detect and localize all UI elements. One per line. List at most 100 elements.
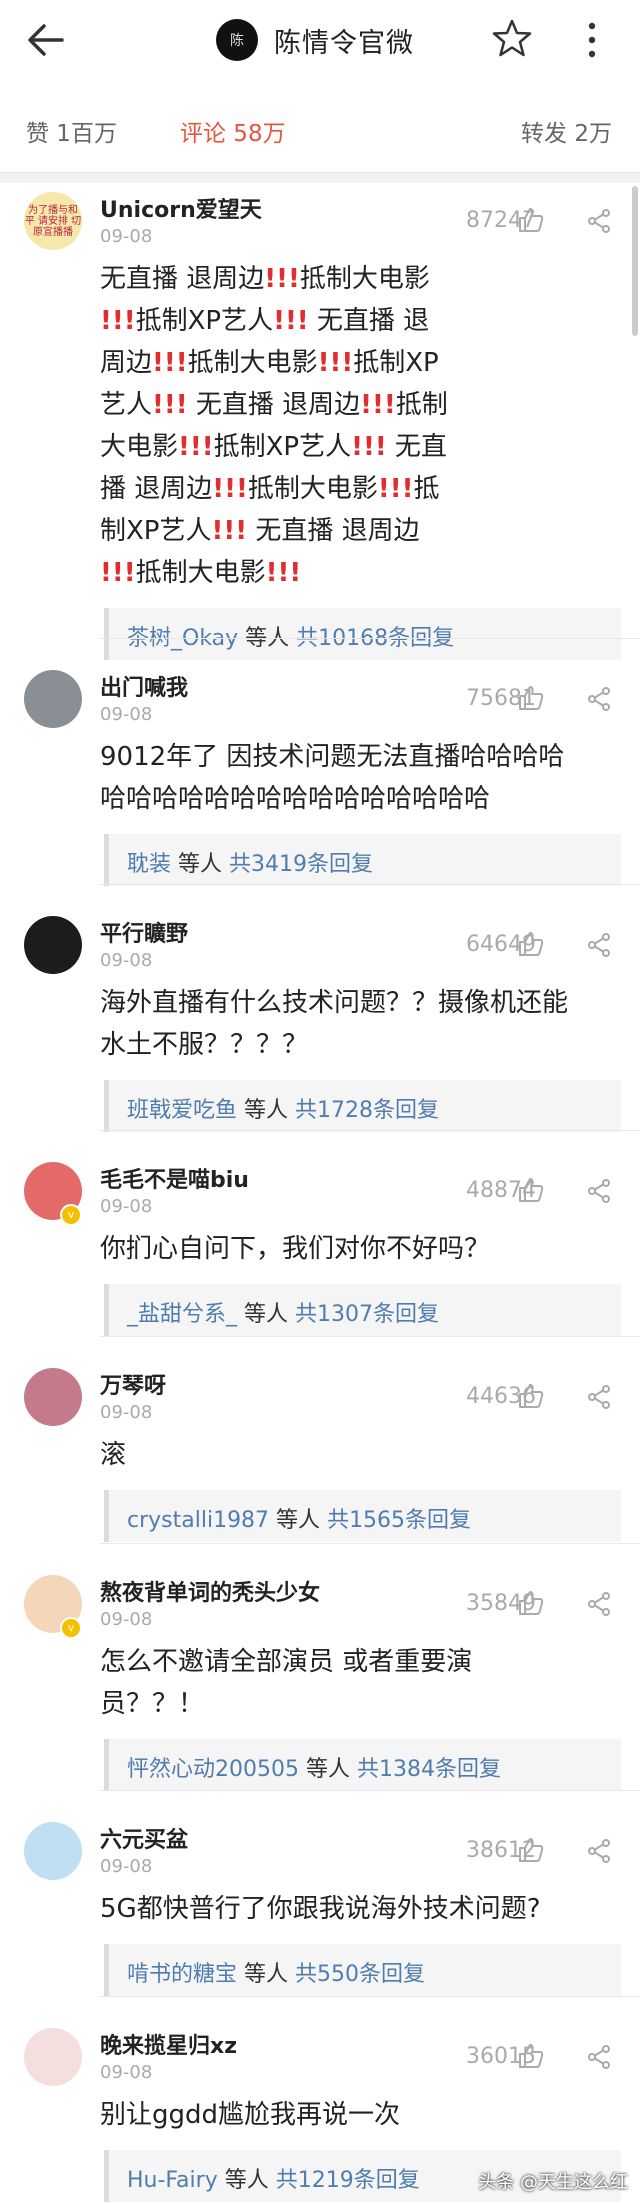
tab-comments[interactable]: 评论 58万 bbox=[180, 114, 286, 148]
commenter-name[interactable]: 出门喊我 bbox=[100, 670, 188, 702]
reply-summary[interactable]: 啃书的糖宝 等人 共550条回复 bbox=[104, 1944, 621, 1996]
comment-divider bbox=[100, 1996, 640, 1997]
reply-user[interactable]: crystalli1987 bbox=[127, 1508, 269, 1533]
share-icon[interactable] bbox=[586, 1384, 612, 1410]
reply-summary-text: crystalli1987 等人 共1565条回复 bbox=[127, 1502, 471, 1534]
comment-text-line: 别让ggdd尴尬我再说一次 bbox=[100, 2100, 401, 2130]
reply-count[interactable]: 共1384条回复 bbox=[357, 1757, 501, 1782]
stats-bar: 赞 1百万 评论 58万 转发 2万 bbox=[0, 80, 640, 170]
verified-badge-icon: v bbox=[60, 1204, 82, 1226]
commenter-avatar[interactable] bbox=[24, 670, 82, 728]
reply-mid: 等人 bbox=[171, 852, 230, 877]
commenter-name[interactable]: Unicorn爱望天 bbox=[100, 192, 262, 224]
tab-likes[interactable]: 赞 1百万 bbox=[26, 114, 117, 148]
comment-date: 09-08 bbox=[100, 1402, 153, 1423]
commenter-name[interactable]: 晚来揽星归xz bbox=[100, 2028, 237, 2060]
comment-text-line: 海外直播有什么技术问题？？摄像机还能 bbox=[100, 988, 569, 1018]
commenter-name[interactable]: 毛毛不是喵biu bbox=[100, 1162, 249, 1194]
title-area: 陈 陈情令官微 bbox=[216, 16, 414, 64]
reply-mid: 等人 bbox=[298, 1757, 357, 1782]
comment-date: 09-08 bbox=[100, 226, 153, 247]
share-icon[interactable] bbox=[586, 208, 612, 234]
comment-text-line: 员？？！ bbox=[100, 1689, 205, 1719]
reply-count[interactable]: 共3419条回复 bbox=[229, 852, 373, 877]
reply-user[interactable]: _盐甜兮系_ bbox=[127, 1302, 237, 1327]
comment-divider bbox=[100, 1336, 640, 1337]
reply-user[interactable]: 耽装 bbox=[127, 852, 171, 877]
more-options-icon[interactable] bbox=[584, 20, 600, 60]
reply-count[interactable]: 共1219条回复 bbox=[276, 2168, 420, 2193]
share-icon[interactable] bbox=[586, 1838, 612, 1864]
share-icon[interactable] bbox=[586, 1178, 612, 1204]
thumbs-up-icon[interactable] bbox=[516, 1836, 544, 1864]
comment-divider bbox=[100, 1543, 640, 1544]
commenter-name[interactable]: 熬夜背单词的秃头少女 bbox=[100, 1575, 320, 1607]
star-icon[interactable] bbox=[492, 18, 532, 58]
share-icon[interactable] bbox=[586, 932, 612, 958]
comment-divider bbox=[100, 1790, 640, 1791]
reply-count[interactable]: 共1728条回复 bbox=[295, 1098, 439, 1123]
thumbs-up-icon[interactable] bbox=[516, 1382, 544, 1410]
comment-divider bbox=[100, 638, 640, 639]
thumbs-up-icon[interactable] bbox=[516, 1589, 544, 1617]
page-title: 陈情令官微 bbox=[274, 27, 414, 59]
reply-summary[interactable]: 班戟爱吃鱼 等人 共1728条回复 bbox=[104, 1080, 621, 1132]
commenter-avatar[interactable] bbox=[24, 1368, 82, 1426]
commenter-avatar[interactable] bbox=[24, 2028, 82, 2086]
reply-user[interactable]: 啃书的糖宝 bbox=[127, 1962, 237, 1987]
comment-text: 无直播 退周边!!!抵制大电影 !!!抵制XP艺人!!! 无直播 退周边!!!抵制… bbox=[100, 258, 616, 594]
thumbs-up-icon[interactable] bbox=[516, 2042, 544, 2070]
comment-text-line: 播 退周边!!!抵制大电影!!!抵 bbox=[100, 474, 440, 504]
reply-summary[interactable]: _盐甜兮系_ 等人 共1307条回复 bbox=[104, 1284, 621, 1336]
comment-text-line: 大电影!!!抵制XP艺人!!! 无直 bbox=[100, 432, 447, 462]
section-divider bbox=[0, 172, 640, 183]
reply-mid: 等人 bbox=[217, 2168, 276, 2193]
thumbs-up-icon[interactable] bbox=[516, 206, 544, 234]
commenter-avatar[interactable]: 为了播与和平 请安排 切原宣播播 bbox=[24, 192, 82, 250]
thumbs-up-icon[interactable] bbox=[516, 930, 544, 958]
share-icon[interactable] bbox=[586, 2044, 612, 2070]
commenter-name[interactable]: 六元买盆 bbox=[100, 1822, 188, 1854]
comment-text-line: 9012年了 因技术问题无法直播哈哈哈哈 bbox=[100, 742, 565, 772]
reply-count[interactable]: 共1565条回复 bbox=[327, 1508, 471, 1533]
comment-text: 别让ggdd尴尬我再说一次 bbox=[100, 2094, 616, 2136]
comment-date: 09-08 bbox=[100, 1196, 153, 1217]
comment-text-line: 你扪心自问下，我们对你不好吗？ bbox=[100, 1234, 491, 1264]
watermark: 头条 @天生这么红 bbox=[478, 2172, 628, 2193]
scrollbar[interactable] bbox=[632, 186, 638, 336]
share-icon[interactable] bbox=[586, 1591, 612, 1617]
commenter-avatar[interactable] bbox=[24, 916, 82, 974]
comment-date: 09-08 bbox=[100, 704, 153, 725]
reply-count[interactable]: 共1307条回复 bbox=[295, 1302, 439, 1327]
reply-summary[interactable]: 茶树_Okay 等人 共10168条回复 bbox=[104, 608, 621, 660]
top-bar: 陈 陈情令官微 bbox=[0, 0, 640, 80]
reply-user[interactable]: Hu-Fairy bbox=[127, 2168, 218, 2193]
reply-summary-text: 茶树_Okay 等人 共10168条回复 bbox=[127, 620, 454, 652]
comment-date: 09-08 bbox=[100, 950, 153, 971]
comment-text-line: 5G都快普行了你跟我说海外技术问题? bbox=[100, 1894, 541, 1924]
reply-user[interactable]: 怦然心动200505 bbox=[127, 1757, 299, 1782]
thumbs-up-icon[interactable] bbox=[516, 1176, 544, 1204]
reply-summary-text: 怦然心动200505 等人 共1384条回复 bbox=[127, 1751, 501, 1783]
commenter-name[interactable]: 平行矌野 bbox=[100, 916, 188, 948]
thumbs-up-icon[interactable] bbox=[516, 684, 544, 712]
tab-reposts[interactable]: 转发 2万 bbox=[521, 114, 612, 148]
back-arrow-icon[interactable] bbox=[24, 18, 68, 62]
commenter-avatar[interactable] bbox=[24, 1822, 82, 1880]
comment-divider bbox=[100, 884, 640, 885]
comment-text: 9012年了 因技术问题无法直播哈哈哈哈 哈哈哈哈哈哈哈哈哈哈哈哈哈哈哈 bbox=[100, 736, 616, 820]
reply-summary[interactable]: 怦然心动200505 等人 共1384条回复 bbox=[104, 1739, 621, 1791]
account-avatar[interactable]: 陈 bbox=[216, 19, 258, 61]
comment-text-line: 艺人!!! 无直播 退周边!!!抵制 bbox=[100, 390, 448, 420]
reply-summary[interactable]: 耽装 等人 共3419条回复 bbox=[104, 834, 621, 886]
comment-text-line: !!!抵制大电影!!! bbox=[100, 558, 302, 588]
comment-text-line: 水土不服？？？？ bbox=[100, 1030, 309, 1060]
reply-user[interactable]: 班戟爱吃鱼 bbox=[127, 1098, 237, 1123]
comment-date: 09-08 bbox=[100, 2062, 153, 2083]
commenter-name[interactable]: 万琴呀 bbox=[100, 1368, 166, 1400]
comment-text: 怎么不邀请全部演员 或者重要演 员？？！ bbox=[100, 1641, 616, 1725]
reply-count[interactable]: 共550条回复 bbox=[295, 1962, 425, 1987]
share-icon[interactable] bbox=[586, 686, 612, 712]
reply-summary[interactable]: crystalli1987 等人 共1565条回复 bbox=[104, 1490, 621, 1542]
avatar-text: 为了播与和平 请安排 切原宣播播 bbox=[24, 204, 82, 238]
